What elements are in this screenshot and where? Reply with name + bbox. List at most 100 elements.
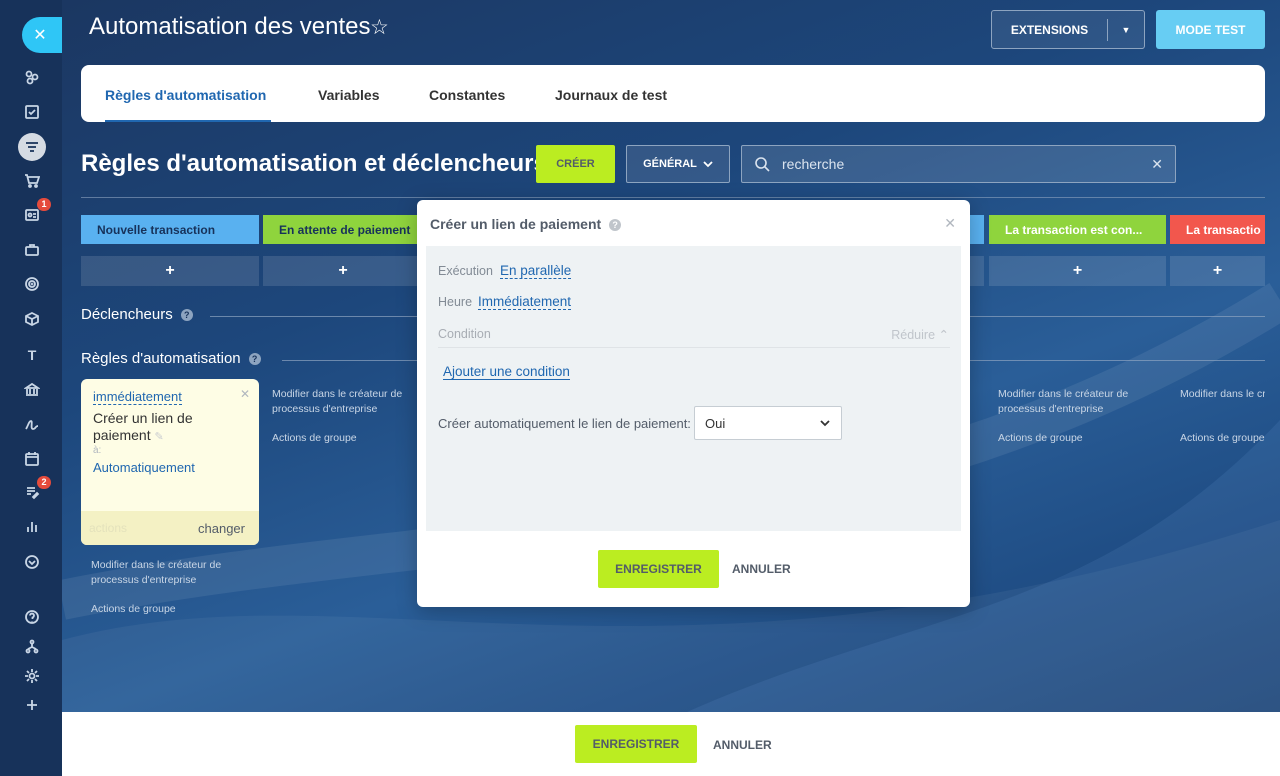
box-icon[interactable] (21, 308, 43, 330)
edit-in-designer-link[interactable]: Modifier dans le créateur de processus d… (272, 387, 417, 417)
close-icon[interactable]: ✕ (22, 17, 62, 53)
calendar-icon[interactable] (21, 448, 43, 470)
execution-label: Exécution (438, 264, 493, 278)
tab-constants[interactable]: Constantes (429, 87, 505, 103)
notification-badge: 1 (37, 198, 51, 211)
save-button[interactable]: ENREGISTRER (575, 725, 697, 763)
close-icon[interactable]: ✕ (944, 215, 956, 232)
auto-link-label: Créer automatiquement le lien de paiemen… (438, 416, 691, 431)
rule-card-footer: actions changer (81, 511, 259, 545)
edit-list-icon[interactable]: 2 (21, 476, 51, 504)
general-label: GÉNÉRAL (643, 158, 697, 170)
notification-badge: 2 (37, 476, 51, 489)
clear-icon[interactable]: ✕ (1151, 156, 1163, 173)
time-value[interactable]: Immédiatement (478, 294, 572, 310)
edit-in-designer-link[interactable]: Modifier dans le créateur de processus d… (998, 387, 1158, 417)
section-title: Règles d'automatisation et déclencheurs (81, 150, 547, 177)
chevron-down-icon[interactable]: ▼ (1108, 25, 1144, 35)
stage-transaction-confirmed[interactable]: La transaction est con... (989, 215, 1166, 244)
filter-icon[interactable] (18, 133, 46, 161)
group-actions-link[interactable]: Actions de groupe (1180, 431, 1265, 446)
divider (438, 347, 950, 348)
tab-test-logs[interactable]: Journaux de test (555, 87, 667, 103)
tab-variables[interactable]: Variables (318, 87, 380, 103)
dialog-save-button[interactable]: ENREGISTRER (598, 550, 719, 588)
chevron-down-icon (820, 420, 830, 427)
general-filter-button[interactable]: GÉNÉRAL (626, 145, 730, 183)
search-icon (755, 157, 770, 172)
divider (282, 360, 422, 361)
tabs-bar: Règles d'automatisation Variables Consta… (81, 65, 1265, 122)
edit-in-designer-link[interactable]: Modifier dans le créateur de processus d… (91, 558, 251, 588)
triggers-heading: Déclencheurs? (81, 306, 193, 323)
chevron-down-icon (703, 161, 713, 168)
activity-icon[interactable] (21, 66, 43, 88)
add-rule-button[interactable]: + (1170, 256, 1265, 286)
group-actions-link[interactable]: Actions de groupe (998, 431, 1083, 446)
search-input[interactable] (782, 156, 1142, 172)
plus-icon[interactable] (21, 694, 43, 716)
help-icon[interactable]: ? (609, 219, 622, 231)
time-label: Heure (438, 295, 473, 309)
auto-link-select[interactable]: Oui (694, 406, 842, 440)
tasks-icon[interactable] (21, 101, 43, 123)
star-icon[interactable]: ☆ (370, 15, 389, 40)
stage-transaction-failed[interactable]: La transactio (1170, 215, 1265, 244)
stage-new-transaction[interactable]: Nouvelle transaction (81, 215, 259, 244)
rule-settings-dialog: Créer un lien de paiement? ✕ Exécution E… (417, 200, 970, 607)
briefcase-icon[interactable] (21, 239, 43, 261)
execution-value[interactable]: En parallèle (500, 263, 572, 279)
stage-awaiting-payment[interactable]: En attente de paiement (263, 215, 423, 244)
divider (81, 197, 1265, 198)
add-rule-button[interactable]: + (989, 256, 1166, 286)
divider (968, 360, 1265, 361)
bank-icon[interactable] (21, 379, 43, 401)
bottom-action-bar: ENREGISTRER ANNULER (62, 712, 1280, 776)
actions-link[interactable]: actions (89, 521, 127, 535)
close-icon[interactable]: ✕ (240, 387, 250, 401)
rule-name: Créer un lien de paiement ✎ (93, 410, 243, 446)
rule-card[interactable]: immédiatement ✕ Créer un lien de paiemen… (81, 379, 259, 545)
extensions-label: EXTENSIONS (1010, 22, 1089, 37)
help-icon[interactable]: ? (248, 353, 261, 365)
add-rule-button[interactable]: + (81, 256, 259, 286)
extensions-button[interactable]: EXTENSIONS ▼ (991, 10, 1145, 49)
signature-icon[interactable] (21, 414, 43, 436)
add-condition-link[interactable]: Ajouter une condition (443, 364, 570, 380)
triggers-label: Déclencheurs (81, 306, 173, 323)
edit-in-designer-link[interactable]: Modifier dans le créateur de processus d… (1180, 387, 1265, 417)
help-icon[interactable] (21, 606, 43, 628)
help-icon[interactable]: ? (180, 309, 193, 321)
rule-to-value[interactable]: Automatiquement (93, 460, 195, 475)
dialog-cancel-button[interactable]: ANNULER (732, 562, 791, 576)
left-sidebar: ✕ 1 T 2 (0, 0, 62, 776)
reduce-label: Réduire (891, 328, 936, 342)
add-rule-button[interactable]: + (263, 256, 423, 286)
group-actions-link[interactable]: Actions de groupe (91, 602, 176, 617)
change-link[interactable]: changer (198, 521, 245, 536)
target-icon[interactable] (21, 273, 43, 295)
more-icon[interactable] (21, 551, 43, 573)
dialog-title: Créer un lien de paiement? (430, 216, 622, 232)
auto-link-value: Oui (705, 415, 726, 431)
reduce-toggle[interactable]: Réduire ⌃ (891, 327, 949, 342)
analytics-icon[interactable] (21, 516, 43, 538)
pencil-icon[interactable]: ✎ (154, 431, 163, 443)
cancel-button[interactable]: ANNULER (713, 738, 772, 752)
rule-timing[interactable]: immédiatement (93, 389, 182, 405)
text-icon[interactable]: T (21, 344, 43, 366)
structure-icon[interactable] (21, 636, 43, 658)
rule-name-text: Créer un lien de paiement (93, 410, 193, 443)
dialog-body: Exécution En parallèle Heure Immédiateme… (426, 246, 961, 531)
chevron-up-icon: ⌃ (938, 328, 949, 342)
cart-icon[interactable] (21, 170, 43, 192)
active-tab-indicator (105, 120, 271, 122)
create-button[interactable]: CRÉER (536, 145, 615, 183)
tab-automation-rules[interactable]: Règles d'automatisation (105, 87, 266, 103)
settings-icon[interactable] (21, 665, 43, 687)
group-actions-link[interactable]: Actions de groupe (272, 431, 357, 446)
mode-test-button[interactable]: MODE TEST (1156, 10, 1265, 49)
contacts-icon[interactable]: 1 (21, 198, 51, 226)
rule-to-label: à: (93, 445, 102, 456)
search-box[interactable]: ✕ (741, 145, 1176, 183)
